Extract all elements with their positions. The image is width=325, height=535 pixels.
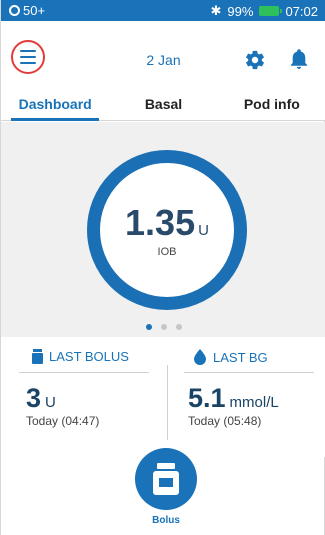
info-panel: LAST BOLUS 3 U Today (04:47) LAST BG 5.1… — [1, 337, 325, 457]
status-time: 07:02 — [285, 3, 318, 19]
last-bg-card: LAST BG 5.1 mmol/L Today (05:48) — [168, 337, 325, 447]
current-date: 2 Jan — [146, 52, 181, 68]
last-bg-value: 5.1 — [188, 383, 226, 413]
bolus-button-label[interactable]: Bolus — [131, 515, 201, 526]
last-bolus-unit: U — [45, 394, 56, 411]
blood-drop-icon — [194, 349, 206, 365]
bell-icon[interactable] — [290, 49, 308, 69]
hamburger-menu-icon[interactable] — [11, 40, 45, 74]
page-dot[interactable] — [160, 324, 167, 330]
bolus-button[interactable] — [135, 448, 197, 510]
battery-icon — [259, 6, 283, 16]
page-dot[interactable] — [175, 324, 182, 330]
tab-dashboard[interactable]: Dashboard — [1, 89, 109, 121]
iob-label: IOB — [157, 246, 177, 258]
pdm-screen: 50+ ✱ 99% 07:02 2 Jan Dashboard Basal Po… — [0, 0, 325, 535]
page-indicator — [1, 324, 325, 330]
bluetooth-icon: ✱ — [210, 3, 222, 18]
iob-unit: U — [198, 222, 209, 239]
iob-value: 1.35 — [125, 202, 196, 243]
pod-ring-icon — [9, 5, 20, 16]
battery-percent: 99% — [227, 3, 254, 19]
status-left-text: 50+ — [23, 3, 46, 18]
insulin-vial-icon — [32, 349, 43, 364]
tab-basal[interactable]: Basal — [109, 89, 217, 120]
last-bg-time: Today (05:48) — [188, 414, 262, 428]
iob-ring: 1.35 U IOB — [87, 150, 247, 310]
last-bolus-time: Today (04:47) — [26, 414, 100, 428]
divider — [19, 372, 149, 373]
tab-pod-info[interactable]: Pod info — [218, 89, 325, 120]
last-bolus-value: 3 — [26, 383, 42, 413]
status-bar: 50+ ✱ 99% 07:02 — [1, 0, 325, 21]
last-bg-title: LAST BG — [213, 349, 268, 365]
last-bolus-title: LAST BOLUS — [49, 349, 129, 364]
page-dot[interactable] — [145, 324, 152, 330]
last-bolus-card: LAST BOLUS 3 U Today (04:47) — [1, 337, 163, 447]
gear-icon[interactable] — [244, 49, 266, 71]
divider — [184, 372, 314, 373]
dashboard-panel[interactable]: 1.35 U IOB — [1, 122, 325, 337]
top-bar: 2 Jan — [1, 21, 325, 89]
tab-bar: Dashboard Basal Pod info — [1, 89, 325, 121]
last-bg-unit: mmol/L — [229, 394, 279, 411]
insulin-vial-icon — [153, 463, 179, 495]
